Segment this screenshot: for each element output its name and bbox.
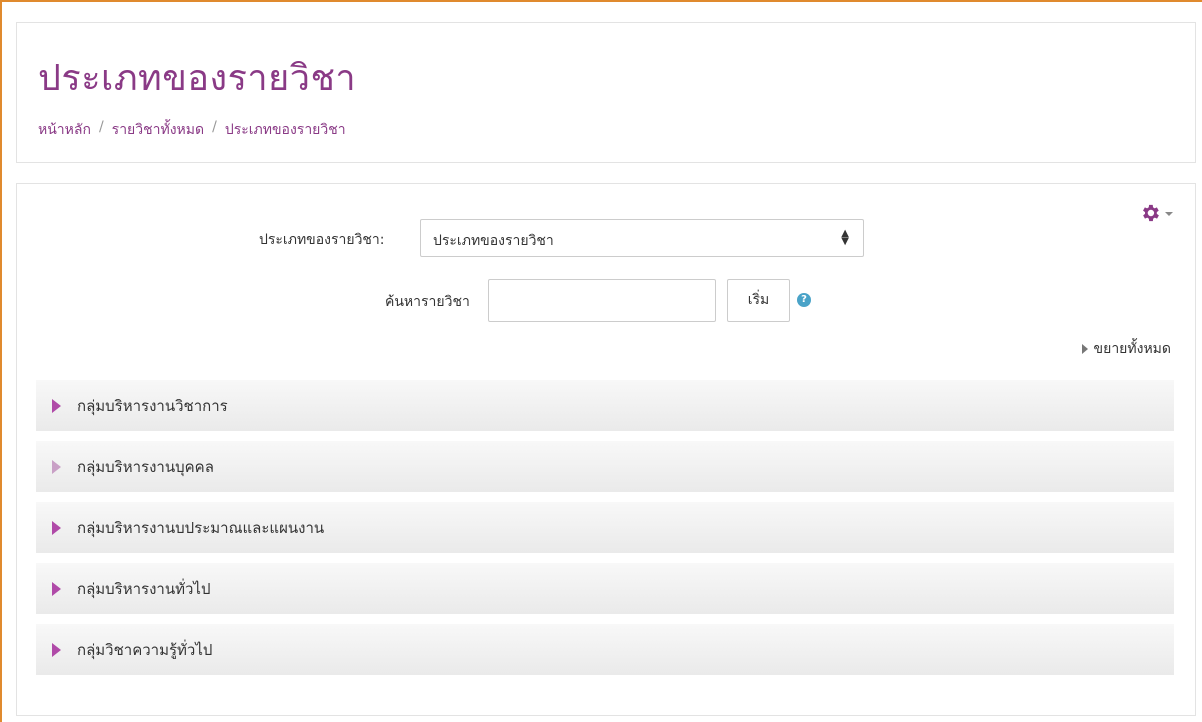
category-select-value: ประเภทของรายวิชา	[433, 233, 554, 249]
chevron-down-icon	[1165, 212, 1173, 216]
expand-triangle-outline-icon	[52, 459, 61, 474]
settings-menu-button[interactable]	[1139, 202, 1173, 224]
category-label: กลุ่มวิชาความรู้ทั่วไป	[77, 640, 213, 659]
category-item[interactable]: กลุ่มบริหารงานทั่วไป	[36, 563, 1174, 614]
course-categories-panel: ประเภทของรายวิชา: ประเภทของรายวิชา ▲ ▼ ค้…	[16, 183, 1196, 716]
breadcrumb-current[interactable]: ประเภทของรายวิชา	[225, 119, 346, 141]
category-label: กลุ่มบริหารงานทั่วไป	[77, 579, 211, 598]
breadcrumb-all-courses[interactable]: รายวิชาทั้งหมด	[112, 119, 204, 141]
category-label: กลุ่มบริหารงานบประมาณและแผนงาน	[77, 518, 325, 537]
page-header: ประเภทของรายวิชา หน้าหลัก / รายวิชาทั้งห…	[16, 22, 1196, 163]
category-label: กลุ่มบริหารงานบุคคล	[77, 457, 214, 476]
category-select-label: ประเภทของรายวิชา:	[259, 232, 385, 248]
expand-all-link[interactable]: ขยายทั้งหมด	[1081, 338, 1171, 360]
page-title: ประเภทของรายวิชา	[38, 58, 357, 99]
category-item[interactable]: กลุ่มบริหารงานบุคคล	[36, 441, 1174, 492]
expand-triangle-icon	[52, 642, 61, 657]
search-courses-label: ค้นหารายวิชา	[385, 294, 470, 310]
search-go-button[interactable]: เริ่ม	[727, 279, 790, 322]
breadcrumb: หน้าหลัก / รายวิชาทั้งหมด / ประเภทของราย…	[38, 119, 346, 141]
category-select[interactable]: ประเภทของรายวิชา ▲ ▼	[420, 219, 864, 257]
help-icon[interactable]: ?	[797, 293, 811, 307]
category-list: กลุ่มบริหารงานวิชาการ กลุ่มบริหารงานบุคค…	[36, 380, 1174, 685]
breadcrumb-separator: /	[98, 119, 104, 135]
select-arrows-icon: ▲ ▼	[841, 228, 849, 247]
category-item[interactable]: กลุ่มบริหารงานวิชาการ	[36, 380, 1174, 431]
expand-triangle-icon	[52, 398, 61, 413]
category-item[interactable]: กลุ่มวิชาความรู้ทั่วไป	[36, 624, 1174, 675]
expand-triangle-icon	[1081, 344, 1088, 354]
category-item[interactable]: กลุ่มบริหารงานบประมาณและแผนงาน	[36, 502, 1174, 553]
category-label: กลุ่มบริหารงานวิชาการ	[77, 396, 228, 415]
breadcrumb-home[interactable]: หน้าหลัก	[38, 119, 91, 141]
expand-triangle-icon	[52, 581, 61, 596]
search-courses-input[interactable]	[488, 279, 716, 322]
expand-all-label: ขยายทั้งหมด	[1093, 341, 1171, 357]
gear-icon	[1143, 204, 1159, 222]
breadcrumb-separator: /	[212, 119, 217, 135]
expand-triangle-icon	[52, 520, 61, 535]
